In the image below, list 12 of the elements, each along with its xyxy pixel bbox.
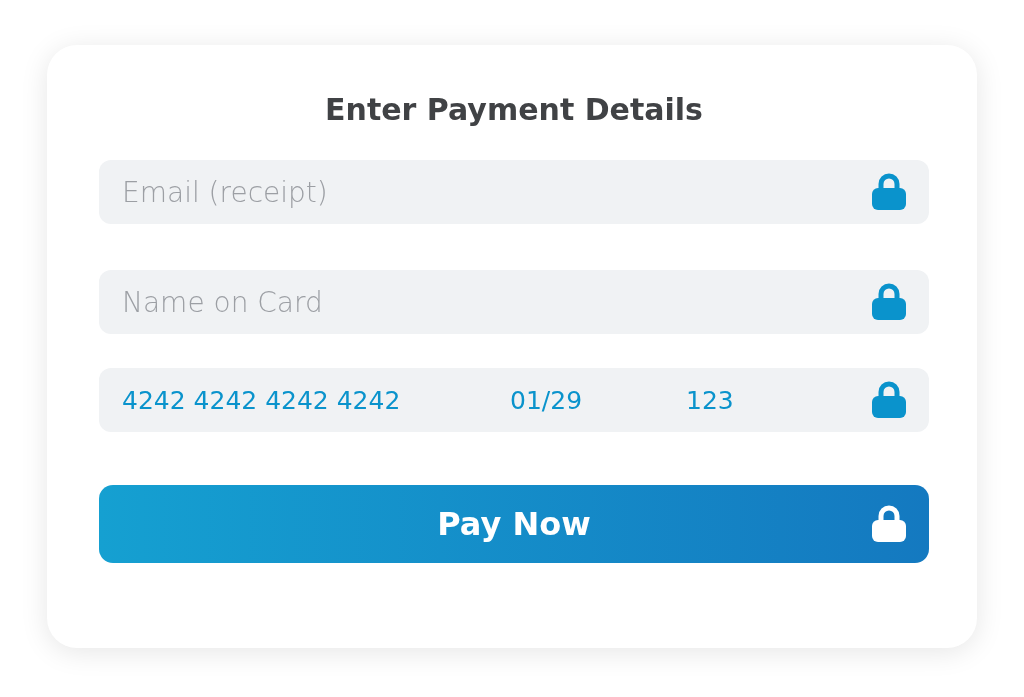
input-field[interactable]: Name on Card: [99, 270, 929, 334]
expiry-date: 01/29: [510, 385, 584, 415]
input-field[interactable]: Email (receipt): [99, 160, 929, 224]
lock-icon: [871, 173, 907, 211]
lock-icon: [871, 505, 907, 543]
lock-icon: [871, 381, 907, 419]
lock-icon: [871, 283, 907, 321]
card-details-field[interactable]: 4242 4242 4242 4242 01/29 123: [99, 368, 929, 432]
form-title: Enter Payment Details: [324, 92, 704, 127]
card-number: 4242 4242 4242 4242: [122, 385, 402, 415]
pay-now-button[interactable]: Pay Now: [99, 485, 929, 563]
cvc-code: 123: [686, 385, 735, 415]
